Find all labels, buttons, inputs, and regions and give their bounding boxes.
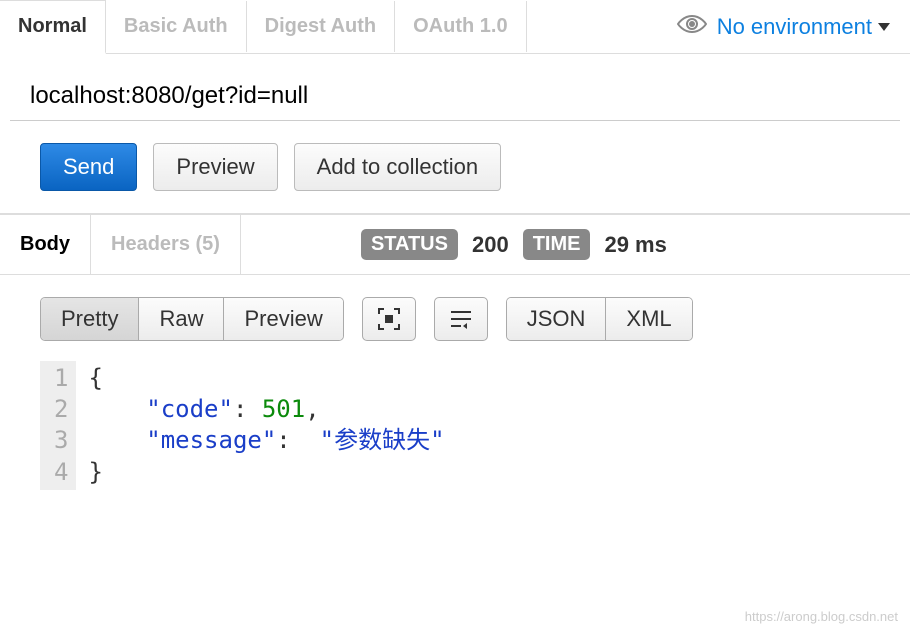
format-group: JSON XML [506,297,693,341]
watermark: https://arong.blog.csdn.net [745,609,898,624]
chevron-down-icon [878,23,890,31]
status-value: 200 [472,232,509,258]
tab-headers[interactable]: Headers (5) [91,215,241,274]
tab-body[interactable]: Body [0,215,91,274]
view-mode-group: Pretty Raw Preview [40,297,344,341]
preview-button[interactable]: Preview [153,143,277,191]
add-to-collection-button[interactable]: Add to collection [294,143,501,191]
format-json[interactable]: JSON [507,298,607,340]
code-content: { "code": 501, "message": "参数缺失"} [76,361,444,490]
view-pretty[interactable]: Pretty [41,298,139,340]
time-value: 29 ms [604,232,666,258]
send-button[interactable]: Send [40,143,137,191]
tab-digest-auth[interactable]: Digest Auth [247,1,395,52]
environment-label: No environment [717,14,872,40]
time-label: TIME [523,229,591,260]
view-preview[interactable]: Preview [224,298,342,340]
url-input[interactable] [10,72,900,121]
response-body: 1234 { "code": 501, "message": "参数缺失"} [0,355,910,490]
wrap-lines-icon[interactable] [434,297,488,341]
line-gutter: 1234 [40,361,76,490]
view-raw[interactable]: Raw [139,298,224,340]
format-xml[interactable]: XML [606,298,691,340]
fullscreen-icon[interactable] [362,297,416,341]
tab-normal[interactable]: Normal [0,0,106,54]
environment-select[interactable]: No environment [717,14,890,40]
eye-icon[interactable] [677,14,707,40]
tab-basic-auth[interactable]: Basic Auth [106,1,247,52]
tab-oauth[interactable]: OAuth 1.0 [395,1,526,52]
status-label: STATUS [361,229,458,260]
